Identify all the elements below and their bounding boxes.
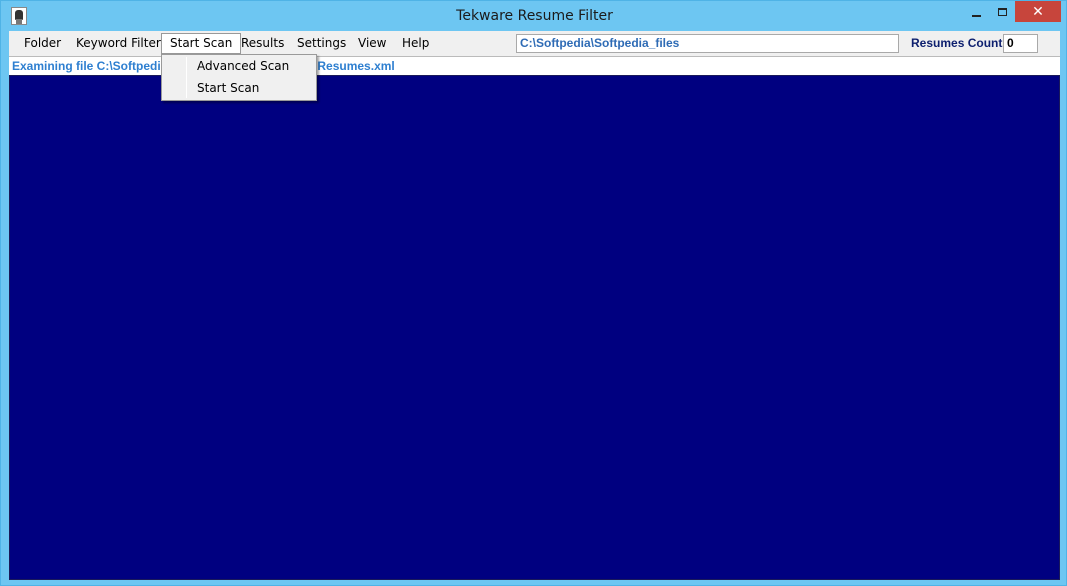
menu-settings[interactable]: Settings	[289, 33, 354, 54]
close-button[interactable]: ✕	[1015, 1, 1061, 22]
dropdown-item-advanced-scan[interactable]: Advanced Scan	[164, 56, 314, 77]
resumes-count-field[interactable]: 0	[1003, 34, 1038, 53]
menu-bar: Folder Keyword Filter Start Scan Results…	[9, 31, 1060, 56]
results-pane[interactable]	[9, 75, 1060, 580]
menu-help[interactable]: Help	[394, 33, 437, 54]
window-title: Tekware Resume Filter	[456, 8, 613, 24]
client-area: Folder Keyword Filter Start Scan Results…	[9, 31, 1060, 580]
minimize-button[interactable]	[962, 1, 990, 22]
folder-path-field[interactable]: C:\Softpedia\Softpedia_files	[516, 34, 899, 53]
menu-start-scan[interactable]: Start Scan	[161, 33, 242, 54]
menu-folder[interactable]: Folder	[16, 33, 69, 54]
start-scan-dropdown: Advanced Scan Start Scan	[161, 54, 317, 101]
resumes-count-label: Resumes Count	[911, 36, 1003, 50]
menu-results[interactable]: Results	[233, 33, 292, 54]
minimize-icon	[971, 14, 981, 17]
maximize-button[interactable]	[988, 1, 1016, 22]
app-window: Tekware Resume Filter ✕ Folder Keyword F…	[0, 0, 1067, 586]
maximize-icon	[997, 7, 1007, 16]
dropdown-item-start-scan[interactable]: Start Scan	[164, 78, 314, 99]
menu-view[interactable]: View	[350, 33, 394, 54]
title-bar[interactable]: Tekware Resume Filter ✕	[1, 1, 1067, 31]
close-icon: ✕	[1032, 3, 1044, 20]
menu-keyword-filter[interactable]: Keyword Filter	[68, 33, 169, 54]
